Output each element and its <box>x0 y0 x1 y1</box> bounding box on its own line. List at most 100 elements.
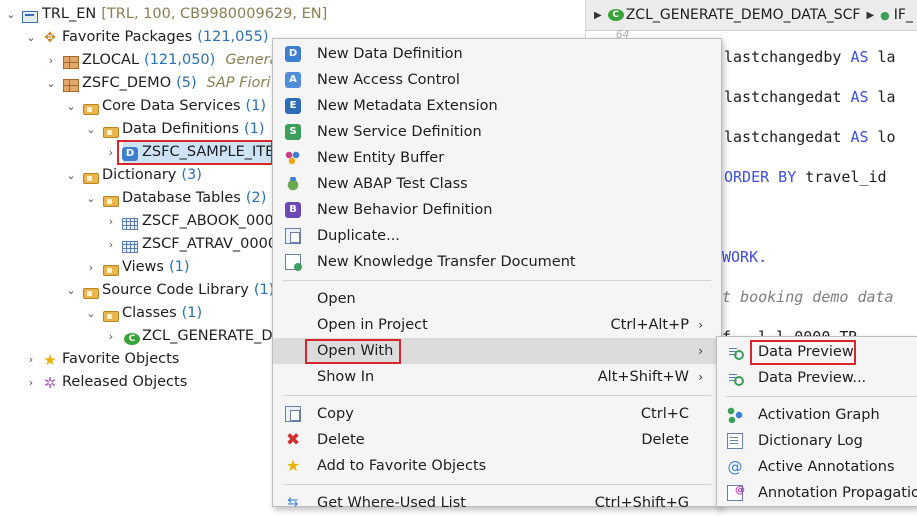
expand-chevron-icon[interactable]: ⌄ <box>84 302 98 325</box>
menu-item-new-behavior-definition[interactable]: B New Behavior Definition <box>273 197 721 223</box>
menu-item-open-in-project[interactable]: Open in Project Ctrl+Alt+P › <box>273 312 721 338</box>
access-control-icon: A <box>285 72 301 88</box>
tree-node-source-code-library[interactable]: ⌄ Source Code Library (1) <box>64 279 274 302</box>
data-preview-icon <box>727 370 744 386</box>
code-comment: t booking demo data <box>722 288 894 306</box>
menu-item-duplicate[interactable]: Duplicate... <box>273 223 721 249</box>
data-definition-icon: D <box>285 46 301 62</box>
menu-item-new-abap-test-class[interactable]: New ABAP Test Class <box>273 171 721 197</box>
tree-node-zlocal[interactable]: › ZLOCAL (121,050) Genera <box>44 49 278 72</box>
menu-item-new-metadata-extension[interactable]: E New Metadata Extension <box>273 93 721 119</box>
tree-node-favorite-packages[interactable]: ⌄ ✥ Favorite Packages (121,055) <box>24 26 268 49</box>
annotation-propagation-icon <box>727 478 745 504</box>
context-menu: D New Data Definition A New Access Contr… <box>272 38 722 511</box>
tree-node-core-data-services[interactable]: ⌄ Core Data Services (1) <box>64 95 266 118</box>
submenu-item-dictionary-log[interactable]: Dictionary Log <box>717 428 917 454</box>
menu-item-new-service-definition[interactable]: S New Service Definition <box>273 119 721 145</box>
star-icon: ★ <box>43 350 57 369</box>
copy-icon <box>285 406 301 422</box>
activation-graph-icon <box>727 407 743 423</box>
menu-item-get-where-used-list[interactable]: ⇆ Get Where-Used List Ctrl+Shift+G <box>273 490 721 516</box>
tree-node-views[interactable]: › Views (1) <box>84 256 190 279</box>
breadcrumb-separator-icon: ▶ <box>866 9 875 21</box>
menu-item-new-access-control[interactable]: A New Access Control <box>273 67 721 93</box>
tree-node-dictionary[interactable]: ⌄ Dictionary (3) <box>64 164 202 187</box>
menu-item-new-entity-buffer[interactable]: New Entity Buffer <box>273 145 721 171</box>
expand-chevron-icon[interactable]: ⌄ <box>24 26 38 49</box>
submenu-item-annotation-propagation[interactable]: Annotation Propagation <box>717 478 917 506</box>
knowledge-transfer-icon <box>285 254 302 271</box>
code-line: ORDER BY travel_id <box>724 168 887 186</box>
menu-item-new-knowledge-transfer-document[interactable]: New Knowledge Transfer Document <box>273 249 721 275</box>
code-line: lastchangedby AS la <box>724 48 896 66</box>
tree-node-database-tables[interactable]: ⌄ Database Tables (2) <box>84 187 266 210</box>
submenu-arrow-icon: › <box>698 344 703 358</box>
where-used-icon: ⇆ <box>287 495 299 510</box>
star-icon: ★ <box>285 456 301 475</box>
breadcrumb-class[interactable]: ZCL_GENERATE_DEMO_DATA_SCF <box>626 7 861 23</box>
interface-icon: ● <box>880 8 890 22</box>
menu-separator <box>283 484 711 485</box>
package-icon <box>63 56 79 69</box>
dictionary-log-icon <box>727 433 743 449</box>
collapse-chevron-icon[interactable]: › <box>84 256 98 279</box>
service-definition-icon: S <box>285 124 301 140</box>
breadcrumb-interface[interactable]: IF_ <box>894 7 913 23</box>
breadcrumb-arrow-icon[interactable]: ▶ <box>594 10 602 21</box>
collapse-chevron-icon[interactable]: › <box>44 49 58 72</box>
class-icon: C <box>124 332 140 345</box>
gear-icon: ✲ <box>43 373 57 392</box>
submenu-separator <box>725 396 917 397</box>
collapse-chevron-icon[interactable]: › <box>24 371 38 394</box>
menu-separator <box>283 280 711 281</box>
test-class-icon <box>285 176 301 192</box>
metadata-extension-icon: E <box>285 98 301 114</box>
package-icon <box>63 79 79 92</box>
tree-node-zcl-generate[interactable]: › C ZCL_GENERATE_DE <box>104 325 282 348</box>
entity-buffer-icon <box>285 150 301 166</box>
tree-node-zscf-atrav[interactable]: › ZSCF_ATRAV_0000 <box>104 233 277 256</box>
menu-item-delete[interactable]: ✖ Delete Delete <box>273 427 721 453</box>
project-icon <box>22 10 38 23</box>
collapse-chevron-icon[interactable]: › <box>104 325 118 348</box>
expand-chevron-icon[interactable]: ⌄ <box>4 3 18 26</box>
tree-node-classes[interactable]: ⌄ Classes (1) <box>84 302 202 325</box>
menu-item-show-in[interactable]: Show In Alt+Shift+W › <box>273 364 721 390</box>
menu-item-copy[interactable]: Copy Ctrl+C <box>273 401 721 427</box>
collapse-chevron-icon[interactable]: › <box>24 348 38 371</box>
tree-node-project[interactable]: ⌄ TRL_EN [TRL, 100, CB9980009629, EN] <box>4 3 327 26</box>
code-line: lastchangedat AS la <box>724 88 896 106</box>
annotation-icon: @ <box>727 458 743 476</box>
open-with-highlight <box>305 339 401 364</box>
submenu-arrow-icon: › <box>698 318 703 332</box>
folder-icon <box>83 173 99 184</box>
code-line: WORK. <box>722 248 768 266</box>
expand-chevron-icon[interactable]: ⌄ <box>84 118 98 141</box>
menu-item-open[interactable]: Open <box>273 286 721 312</box>
tree-node-zsfc-demo[interactable]: ⌄ ZSFC_DEMO (5) SAP Fiori <box>44 72 270 95</box>
favorite-packages-icon: ✥ <box>44 29 56 46</box>
editor-breadcrumb: ▶ C ZCL_GENERATE_DEMO_DATA_SCF ▶ ● IF_ <box>586 0 917 31</box>
folder-icon <box>103 196 119 207</box>
tree-node-released-objects[interactable]: › ✲ Released Objects <box>24 371 187 394</box>
duplicate-icon <box>285 228 301 244</box>
tree-node-data-definitions[interactable]: ⌄ Data Definitions (1) <box>84 118 265 141</box>
expand-chevron-icon[interactable]: ⌄ <box>84 187 98 210</box>
expand-chevron-icon[interactable]: ⌄ <box>64 95 78 118</box>
submenu-item-activation-graph[interactable]: Activation Graph <box>717 402 917 428</box>
expand-chevron-icon[interactable]: ⌄ <box>64 279 78 302</box>
collapse-chevron-icon[interactable]: › <box>104 141 118 164</box>
tree-node-zscf-abook[interactable]: › ZSCF_ABOOK_0000 <box>104 210 283 233</box>
expand-chevron-icon[interactable]: ⌄ <box>44 72 58 95</box>
class-icon: C <box>607 9 624 21</box>
submenu-item-data-preview-dialog[interactable]: Data Preview... <box>717 365 917 391</box>
data-preview-highlight <box>750 340 856 365</box>
menu-item-new-data-definition[interactable]: D New Data Definition <box>273 41 721 67</box>
code-line-partial: f...l-l 0000 TR... <box>722 328 885 336</box>
collapse-chevron-icon[interactable]: › <box>104 233 118 256</box>
menu-item-add-to-favorite-objects[interactable]: ★ Add to Favorite Objects <box>273 453 721 479</box>
submenu-item-active-annotations[interactable]: @ Active Annotations <box>717 454 917 480</box>
tree-node-favorite-objects[interactable]: › ★ Favorite Objects <box>24 348 180 371</box>
expand-chevron-icon[interactable]: ⌄ <box>64 164 78 187</box>
collapse-chevron-icon[interactable]: › <box>104 210 118 233</box>
